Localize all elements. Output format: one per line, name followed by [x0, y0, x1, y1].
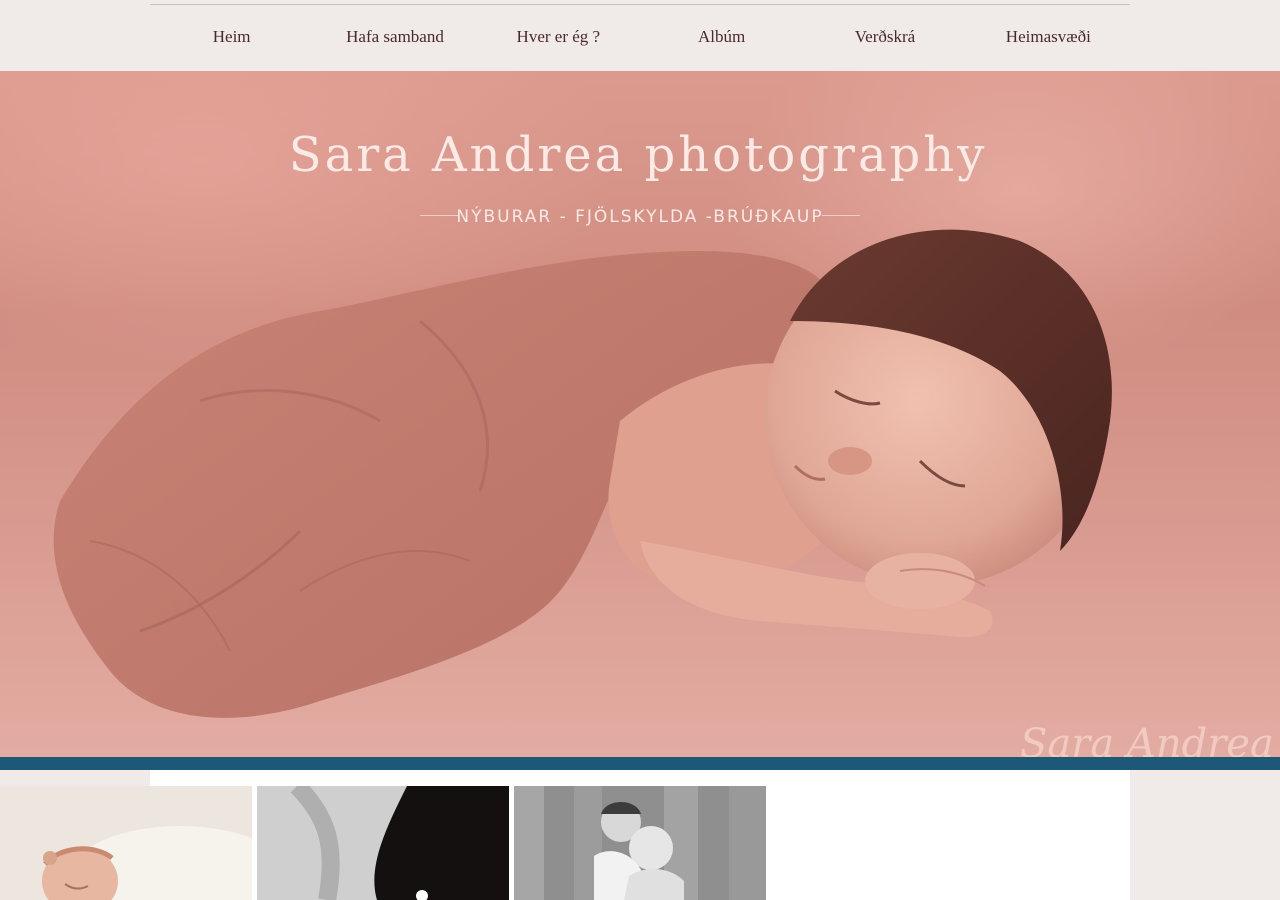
site-subtitle: NÝBURAR - FJÖLSKYLDA -BRÚÐKAUP [456, 207, 824, 227]
nav-item-verdskra[interactable]: Verðskrá [803, 27, 966, 49]
hero-banner: Sara Andrea Sara Andrea photography NÝBU… [0, 71, 1280, 757]
brothers-photo [514, 786, 766, 900]
subtitle-rule-right [822, 215, 860, 216]
hero-watermark: Sara Andrea [1020, 721, 1274, 757]
site-title: Sara Andrea photography [288, 127, 988, 183]
top-navigation: Heim Hafa samband Hver er ég ? Albúm Ver… [0, 0, 1280, 72]
black-white-detail-photo [257, 786, 509, 900]
nav-item-album[interactable]: Albúm [640, 27, 803, 49]
nav-menu: Heim Hafa samband Hver er ég ? Albúm Ver… [150, 4, 1130, 72]
gallery-thumb-newborn[interactable] [0, 786, 252, 900]
nav-item-hafa-samband[interactable]: Hafa samband [313, 27, 476, 49]
gallery-thumb-bw-detail[interactable] [257, 786, 509, 900]
gallery-section [0, 770, 1280, 900]
newborn-headband-photo [0, 786, 252, 900]
accent-band [0, 757, 1280, 770]
nav-item-heimasvaedi[interactable]: Heimasvæði [967, 27, 1130, 49]
nav-item-hver-er-eg[interactable]: Hver er ég ? [477, 27, 640, 49]
nav-item-heim[interactable]: Heim [150, 27, 313, 49]
gallery-thumb-brothers[interactable] [514, 786, 766, 900]
